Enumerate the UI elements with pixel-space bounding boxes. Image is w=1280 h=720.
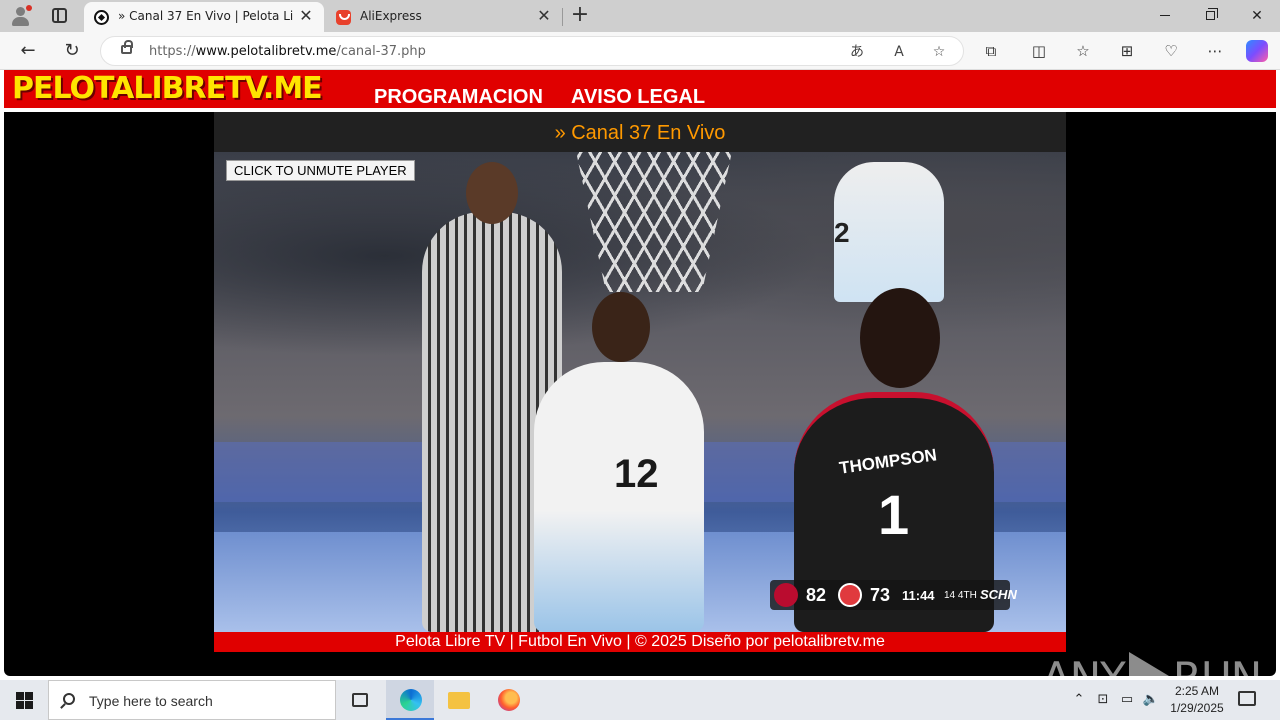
clock-time: 2:25 AM — [1174, 684, 1220, 698]
shot-clock-quarter: 14 4TH — [944, 590, 977, 601]
taskbar-edge[interactable] — [386, 680, 434, 720]
tab-separator — [562, 8, 563, 26]
copilot-icon[interactable] — [1246, 40, 1268, 62]
task-view-icon — [352, 693, 368, 707]
browser-essentials-icon[interactable]: ♡ — [1160, 40, 1182, 62]
new-tab-button[interactable]: + — [568, 4, 592, 28]
profile-icon[interactable] — [10, 5, 32, 27]
windows-taskbar: Type here to search ⌃ ⊡ ▭ 🔈 2:25 AM 1/29… — [0, 680, 1280, 720]
player-container: » Canal 37 En Vivo 2 12 THOMPSON 1 82 73… — [214, 112, 1066, 652]
site-header: PELOTALIBRETV.ME PROGRAMACION AVISO LEGA… — [4, 70, 1276, 110]
favorite-star-icon[interactable]: ☆ — [929, 42, 949, 62]
main-content: » Canal 37 En Vivo 2 12 THOMPSON 1 82 73… — [4, 112, 1276, 702]
nav-aviso-legal[interactable]: AVISO LEGAL — [571, 86, 705, 109]
restore-button[interactable] — [1188, 0, 1234, 32]
aliexpress-icon — [336, 10, 351, 25]
translate-icon[interactable]: あ — [847, 42, 867, 62]
close-tab-icon[interactable]: ✕ — [298, 8, 314, 24]
network-logo: SCHN — [980, 587, 1017, 602]
search-placeholder: Type here to search — [89, 693, 213, 709]
close-tab-icon[interactable]: ✕ — [536, 8, 552, 24]
taskbar-clock[interactable]: 2:25 AM 1/29/2025 — [1166, 683, 1228, 717]
more-menu-icon[interactable]: ⋯ — [1204, 40, 1226, 62]
back-arrow-icon[interactable]: ← — [14, 38, 42, 64]
jersey-number: 1 — [878, 483, 910, 546]
scorebug: 82 73 11:44 14 4TH SCHN — [770, 580, 1017, 610]
extensions-icon[interactable]: ⧉ — [980, 40, 1002, 62]
device-icon[interactable]: ⊡ — [1094, 680, 1112, 720]
bench-player — [834, 162, 944, 302]
taskbar-file-explorer[interactable] — [434, 680, 482, 720]
tab-title: » Canal 37 En Vivo | Pelota Libre TV — [118, 9, 294, 23]
clock-date: 1/29/2025 — [1170, 701, 1224, 715]
lock-icon[interactable] — [121, 40, 133, 54]
taskbar-firefox[interactable] — [484, 680, 532, 720]
minimize-icon — [1160, 15, 1170, 16]
channel-title: » Canal 37 En Vivo — [214, 112, 1066, 152]
browser-tab-strip: » Canal 37 En Vivo | Pelota Libre TV ✕ A… — [0, 0, 1280, 32]
rockets-logo-icon — [774, 583, 798, 607]
site-logo[interactable]: PELOTALIBRETV.ME — [12, 71, 323, 106]
windows-start-button[interactable] — [0, 680, 48, 720]
close-window-button[interactable]: ✕ — [1234, 0, 1280, 32]
jersey-number: 2 — [834, 217, 850, 248]
split-screen-icon[interactable]: ◫ — [1028, 40, 1050, 62]
hawks-logo-icon — [838, 583, 862, 607]
soccer-ball-icon — [94, 10, 109, 25]
tab-aliexpress[interactable]: AliExpress ✕ — [326, 2, 562, 32]
firefox-icon — [498, 689, 520, 711]
away-score: 73 — [870, 585, 891, 605]
nav-programacion[interactable]: PROGRAMACION — [374, 86, 543, 109]
collections-icon[interactable]: ⊞ — [1116, 40, 1138, 62]
network-icon[interactable]: ▭ — [1118, 680, 1136, 720]
player-12 — [534, 292, 704, 632]
refresh-icon[interactable]: ↻ — [58, 38, 86, 64]
minimize-button[interactable] — [1142, 0, 1188, 32]
video-player[interactable]: 2 12 THOMPSON 1 82 73 11:44 14 4TH SCHN — [214, 152, 1066, 632]
tab-actions-icon[interactable] — [52, 8, 67, 23]
unmute-player-button[interactable]: CLICK TO UNMUTE PLAYER — [226, 160, 415, 181]
favorites-icon[interactable]: ☆ — [1072, 40, 1094, 62]
tab-title: AliExpress — [360, 9, 422, 23]
browser-toolbar: ← ↻ https://www.pelotalibretv.me/canal-3… — [0, 32, 1280, 70]
address-bar[interactable]: https://www.pelotalibretv.me/canal-37.ph… — [100, 36, 964, 66]
web-page: PELOTALIBRETV.ME PROGRAMACION AVISO LEGA… — [0, 70, 1280, 702]
game-clock: 11:44 — [902, 588, 935, 603]
home-score: 82 — [806, 585, 827, 605]
jersey-number: 12 — [614, 452, 659, 496]
task-view-button[interactable] — [336, 680, 384, 720]
site-footer: Pelota Libre TV | Futbol En Vivo | © 202… — [214, 632, 1066, 652]
search-icon — [63, 693, 75, 705]
folder-icon — [448, 692, 470, 709]
read-aloud-icon[interactable]: A — [889, 42, 909, 62]
url-text[interactable]: https://www.pelotalibretv.me/canal-37.ph… — [149, 44, 426, 59]
chevron-up-icon[interactable]: ⌃ — [1070, 680, 1088, 720]
taskbar-search-input[interactable]: Type here to search — [48, 680, 336, 720]
tab-canal-37[interactable]: » Canal 37 En Vivo | Pelota Libre TV ✕ — [84, 2, 324, 32]
volume-icon[interactable]: 🔈 — [1142, 680, 1160, 720]
edge-icon — [400, 689, 422, 711]
notification-icon[interactable] — [1238, 691, 1256, 706]
restore-icon — [1206, 8, 1218, 20]
